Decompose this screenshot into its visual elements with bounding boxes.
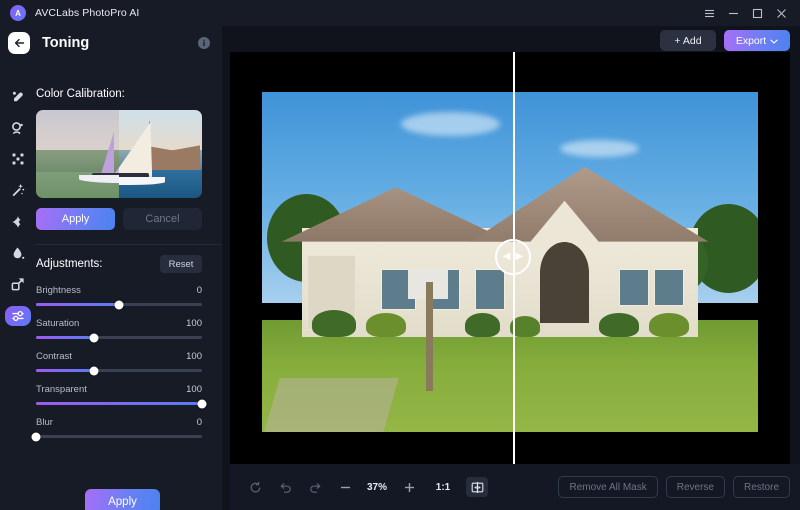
retouch-icon[interactable] [5, 86, 31, 106]
slider-header: Contrast 100 [36, 351, 202, 362]
slider-label: Transparent [36, 384, 87, 395]
split-right-arrow: ▶ [515, 251, 524, 262]
app-logo-icon: A [10, 5, 26, 21]
slider-saturation[interactable]: Saturation 100 [36, 318, 202, 342]
app-window: A AVCLabs PhotoPro AI + Add Export Tonin… [0, 0, 800, 510]
slider-track[interactable] [31, 432, 202, 441]
slider-track[interactable] [36, 333, 202, 342]
undo-icon[interactable] [270, 475, 300, 499]
slider-blur[interactable]: Blur 0 [31, 417, 202, 441]
upscale-icon[interactable] [5, 274, 31, 294]
slider-label: Saturation [36, 318, 80, 329]
window-controls [698, 2, 800, 24]
slider-contrast[interactable]: Contrast 100 [36, 351, 202, 375]
title-bar: A AVCLabs PhotoPro AI [0, 0, 800, 26]
preview-before [36, 110, 119, 198]
split-compare-icon[interactable] [466, 477, 488, 497]
slider-value: 100 [186, 351, 202, 362]
chevron-down-icon [770, 35, 778, 47]
back-button[interactable] [8, 32, 30, 54]
tool-rail [0, 86, 36, 326]
adjustments-header: Adjustments: Reset [36, 255, 222, 273]
minimize-icon[interactable] [722, 2, 744, 24]
add-button[interactable]: + Add [660, 30, 716, 51]
slider-header: Transparent 100 [36, 384, 202, 395]
zoom-level: 37% [366, 481, 387, 493]
app-title: AVCLabs PhotoPro AI [35, 7, 140, 19]
color-calibration-preview[interactable] [36, 110, 202, 198]
top-actions: + Add Export [660, 30, 790, 51]
apply-button[interactable]: Apply [85, 489, 160, 510]
color-drop-icon[interactable] [5, 243, 31, 263]
slider-header: Brightness 0 [36, 285, 202, 296]
slider-value: 0 [196, 285, 202, 296]
zoom-controls: 37% 1:1 [230, 475, 488, 499]
mask-actions: Remove All Mask Reverse Restore [558, 476, 800, 498]
slider-header: Saturation 100 [36, 318, 202, 329]
slider-transparent[interactable]: Transparent 100 [36, 384, 207, 408]
close-icon[interactable] [770, 2, 792, 24]
portrait-icon[interactable] [5, 117, 31, 137]
slider-label: Blur [36, 417, 53, 428]
menu-icon[interactable] [698, 2, 720, 24]
slider-brightness[interactable]: Brightness 0 [36, 285, 202, 309]
reset-button[interactable]: Reset [160, 255, 202, 273]
slider-value: 100 [186, 384, 202, 395]
zoom-in-button[interactable] [394, 475, 424, 499]
calibration-actions: Apply Cancel [36, 208, 222, 230]
logo-letter: A [15, 8, 21, 18]
slider-header: Blur 0 [36, 417, 202, 428]
divider [36, 244, 222, 245]
slider-track[interactable] [36, 399, 207, 408]
split-left-arrow: ◀ [502, 251, 511, 262]
slider-label: Brightness [36, 285, 81, 296]
adjustments-label: Adjustments: [36, 258, 103, 270]
denoise-icon[interactable] [5, 149, 31, 169]
export-button[interactable]: Export [724, 30, 790, 51]
slider-track[interactable] [36, 300, 202, 309]
sidebar: Toning i Color Calibration: Apply Cancel… [0, 26, 222, 510]
image-canvas[interactable]: ◀ ▶ [230, 52, 790, 464]
slider-value: 100 [186, 318, 202, 329]
calibration-cancel-button[interactable]: Cancel [123, 208, 202, 230]
page-title: Toning [42, 35, 90, 51]
panel-header: Toning i [0, 26, 222, 60]
restore-button[interactable]: Restore [732, 476, 790, 498]
fit-ratio-button[interactable]: 1:1 [428, 482, 458, 493]
toning-sliders-icon[interactable] [5, 305, 31, 326]
remove-all-mask-button[interactable]: Remove All Mask [558, 476, 658, 498]
maximize-icon[interactable] [746, 2, 768, 24]
calibration-apply-button[interactable]: Apply [36, 208, 115, 230]
magic-wand-icon[interactable] [5, 180, 31, 200]
split-handle[interactable]: ◀ ▶ [495, 239, 531, 275]
refresh-icon[interactable] [240, 475, 270, 499]
info-icon[interactable]: i [198, 37, 210, 49]
zoom-out-button[interactable] [330, 475, 360, 499]
color-calibration-label: Color Calibration: [36, 88, 125, 100]
reverse-button[interactable]: Reverse [665, 476, 725, 498]
panel-body: Color Calibration: Apply Cancel Adjustme… [31, 88, 222, 450]
slider-value: 0 [196, 417, 202, 428]
redo-icon[interactable] [300, 475, 330, 499]
export-label: Export [735, 34, 767, 47]
slider-track[interactable] [36, 366, 202, 375]
enhance-icon[interactable] [5, 212, 31, 232]
preview-after [119, 110, 202, 198]
sliders-list: Brightness 0 Saturation 100 Contrast 100 Trans… [31, 285, 222, 441]
slider-label: Contrast [36, 351, 72, 362]
bottom-toolbar: 37% 1:1 Remove All Mask Reverse Restore [230, 464, 800, 510]
